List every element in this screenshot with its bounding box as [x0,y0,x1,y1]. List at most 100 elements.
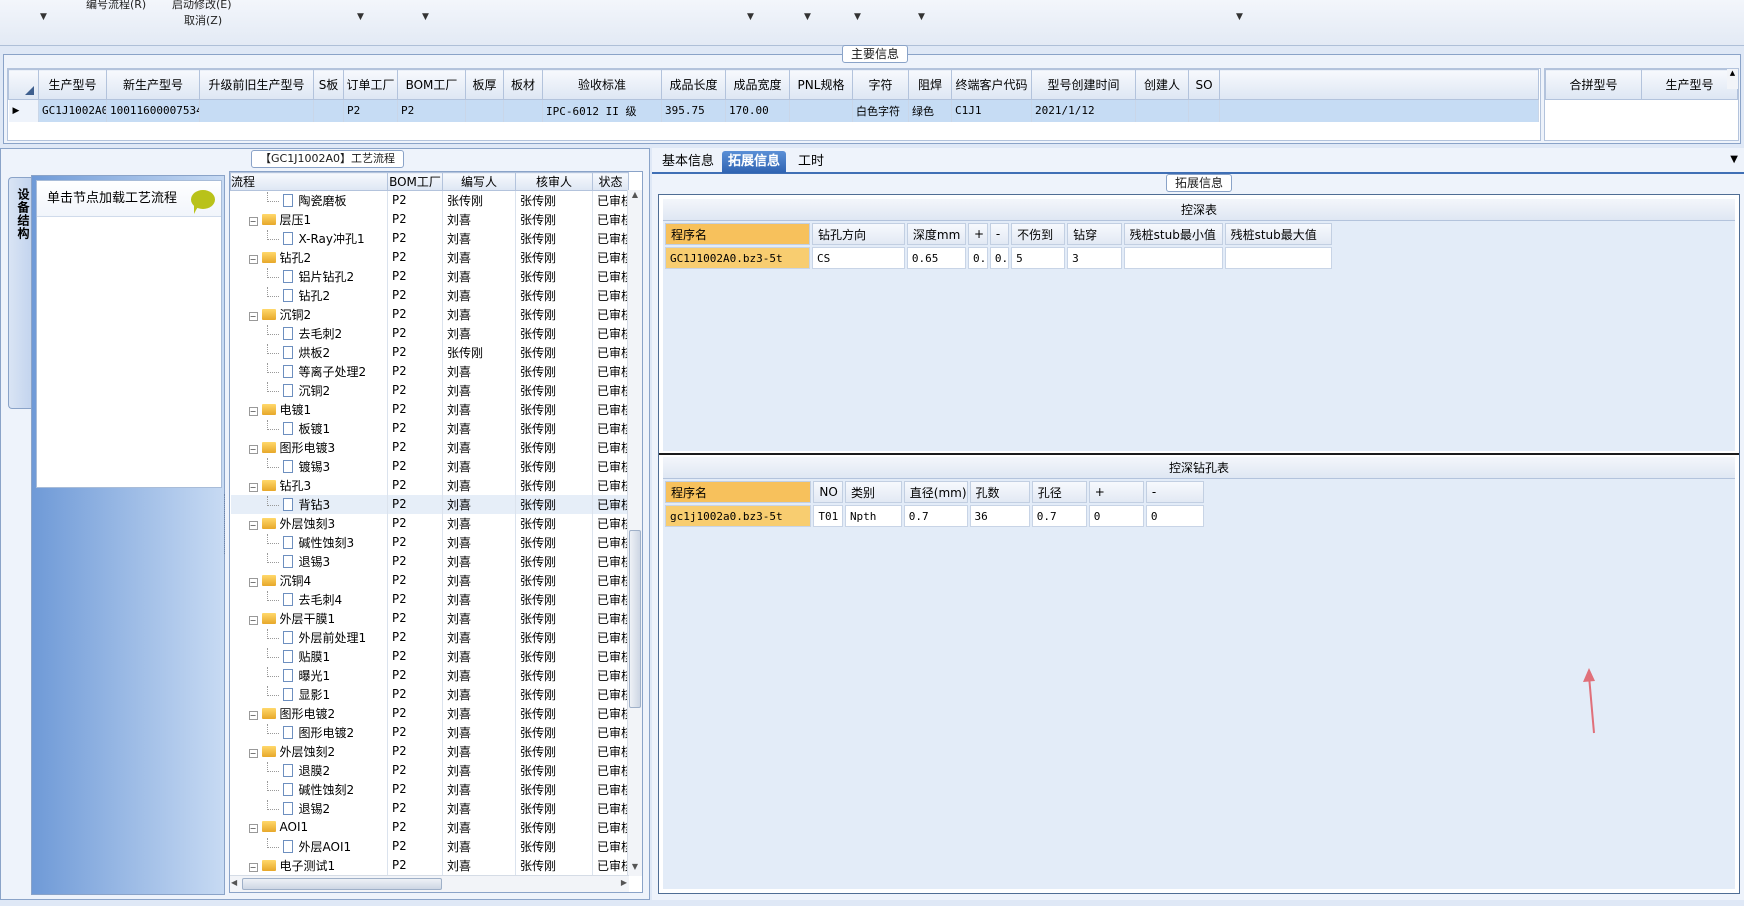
tree-node[interactable]: − 沉铜4 [230,570,388,590]
tree-node[interactable]: X-Ray冲孔1 [230,228,388,248]
table-cell[interactable]: CS [812,247,905,269]
tree-node[interactable]: 背钻3 [230,494,388,514]
side-tab-equipment-structure[interactable]: 设备结构 [8,177,32,409]
table-cell[interactable] [313,99,344,122]
tree-row[interactable]: 等离子处理2 P2刘喜张传刚已审核 [230,361,629,381]
dropdown-arrow-icon[interactable]: ▼ [747,12,754,22]
table-cell[interactable]: GC1J1002A0.bz3-5t [665,247,811,269]
column-header[interactable]: 编写人 [442,172,516,191]
table-cell[interactable]: GC1J1002A0 [38,99,107,122]
tree-row[interactable]: 退锡3 P2刘喜张传刚已审核 [230,551,629,571]
column-header[interactable]: 类别 [844,481,902,503]
column-header[interactable]: 板材 [503,69,543,100]
column-header[interactable]: 孔数 [969,481,1030,503]
tree-row[interactable]: 外层前处理1 P2刘喜张传刚已审核 [230,627,629,647]
tree-node[interactable]: 贴膜1 [230,646,388,666]
table-cell[interactable] [1188,99,1220,122]
tree-row[interactable]: 陶瓷磨板P2张传刚张传刚已审核 [230,190,629,210]
tree-node[interactable]: 烘板2 [230,342,388,362]
column-header[interactable]: NO [813,481,843,503]
column-header[interactable]: 终端客户代码 [951,69,1032,100]
tab-work-hours[interactable]: 工时 [792,151,830,173]
column-header[interactable]: 生产型号 [38,69,107,100]
table-cell[interactable] [199,99,314,122]
tree-node[interactable]: 铝片钻孔2 [230,266,388,286]
tree-node[interactable]: 退膜2 [230,760,388,780]
column-header[interactable]: 孔径 [1031,481,1087,503]
tree-row[interactable]: − 沉铜2 P2刘喜张传刚已审核 [230,304,629,324]
column-header[interactable]: - [1145,481,1204,503]
tree-node[interactable]: 等离子处理2 [230,361,388,381]
tree-node[interactable]: 外层前处理1 [230,627,388,647]
dropdown-arrow-icon[interactable]: ▼ [854,12,861,22]
table-cell[interactable]: 395.75 [661,99,726,122]
row-selector-header[interactable] [8,69,39,100]
collapse-toggle-icon[interactable]: − [248,520,258,530]
collapse-toggle-icon[interactable]: − [248,748,258,758]
column-header[interactable]: 验收标准 [542,69,662,100]
column-header[interactable]: 状态 [592,172,629,191]
collapse-toggle-icon[interactable]: − [248,444,258,454]
column-header[interactable]: 创建人 [1135,69,1189,100]
tree-node[interactable]: 碱性蚀刻2 [230,779,388,799]
tree-row[interactable]: − 图形电镀2 P2刘喜张传刚已审核 [230,703,629,723]
scroll-down-icon[interactable]: ▼ [628,862,642,876]
scroll-up-icon[interactable]: ▲ [628,190,642,204]
tree-node[interactable]: − 沉铜2 [230,304,388,324]
column-header[interactable]: PNL规格 [789,69,853,100]
column-header[interactable]: 不伤到 [1011,223,1066,245]
tree-horizontal-scrollbar[interactable]: ◀ ▶ [230,875,629,892]
tree-row[interactable]: 沉铜2 P2刘喜张传刚已审核 [230,380,629,400]
column-header[interactable]: 字符 [852,69,909,100]
tree-row[interactable]: 图形电镀2 P2刘喜张传刚已审核 [230,722,629,742]
tree-node[interactable]: 曝光1 [230,665,388,685]
tree-row[interactable]: 背钻3 P2刘喜张传刚已审核 [230,494,629,514]
tree-row[interactable]: 去毛刺4 P2刘喜张传刚已审核 [230,589,629,609]
hole-table-row[interactable]: gc1j1002a0.bz3-5t T01 Npth 0.7 36 0.7 0 0 [665,505,1204,527]
table-cell[interactable]: 5 [1011,247,1066,269]
tree-node[interactable]: − 外层蚀刻2 [230,741,388,761]
tree-row[interactable]: 退膜2 P2刘喜张传刚已审核 [230,760,629,780]
table-cell[interactable]: 170.00 [725,99,790,122]
table-cell[interactable]: T01 [813,505,843,527]
column-header[interactable]: 成品宽度 [725,69,790,100]
menu-cancel[interactable]: 取消(Z) [184,12,222,28]
collapse-toggle-icon[interactable]: − [248,406,258,416]
tree-node[interactable]: 退锡2 [230,798,388,818]
tree-row[interactable]: − 电子测试1 P2刘喜张传刚已审核 [230,855,629,875]
tree-node[interactable]: 陶瓷磨板 [230,190,388,210]
tree-row[interactable]: 铝片钻孔2 P2刘喜张传刚已审核 [230,266,629,286]
tree-row[interactable]: 去毛刺2 P2刘喜张传刚已审核 [230,323,629,343]
column-header[interactable]: 成品长度 [661,69,726,100]
column-header[interactable]: 阻焊 [908,69,952,100]
menu-renumber[interactable]: 编号流程(R) [86,0,146,12]
table-cell[interactable]: P2 [343,99,398,122]
column-header[interactable]: 合拼型号 [1545,69,1642,100]
tree-row[interactable]: − 外层蚀刻2 P2刘喜张传刚已审核 [230,741,629,761]
tree-row[interactable]: − 外层干膜1 P2刘喜张传刚已审核 [230,608,629,628]
column-header[interactable]: BOM工厂 [397,69,466,100]
table-cell[interactable]: 0 [1145,505,1204,527]
column-header[interactable]: 生产型号 [1641,69,1738,100]
collapse-toggle-icon[interactable]: − [248,577,258,587]
collapse-toggle-icon[interactable]: − [248,615,258,625]
column-header[interactable]: 程序名 [665,481,812,503]
dropdown-arrow-icon[interactable]: ▼ [804,12,811,22]
collapse-toggle-icon[interactable]: − [248,710,258,720]
collapse-toggle-icon[interactable]: − [248,311,258,321]
column-header[interactable]: 程序名 [665,223,811,245]
dropdown-arrow-icon[interactable]: ▼ [1730,154,1738,165]
table-cell[interactable]: P2 [397,99,466,122]
tree-row[interactable]: 碱性蚀刻3 P2刘喜张传刚已审核 [230,532,629,552]
tree-node[interactable]: 显影1 [230,684,388,704]
collapse-toggle-icon[interactable]: − [248,216,258,226]
table-cell[interactable] [503,99,543,122]
tree-row[interactable]: 外层AOI1 P2刘喜张传刚已审核 [230,836,629,856]
dropdown-arrow-icon[interactable]: ▼ [357,12,364,22]
table-cell[interactable]: 0 [1088,505,1144,527]
tree-vertical-scrollbar[interactable]: ▲ ▼ [627,190,642,876]
column-header[interactable]: 板厚 [465,69,504,100]
table-cell[interactable]: gc1j1002a0.bz3-5t [665,505,812,527]
column-header[interactable]: S板 [313,69,344,100]
splitter-handle[interactable] [224,494,228,554]
